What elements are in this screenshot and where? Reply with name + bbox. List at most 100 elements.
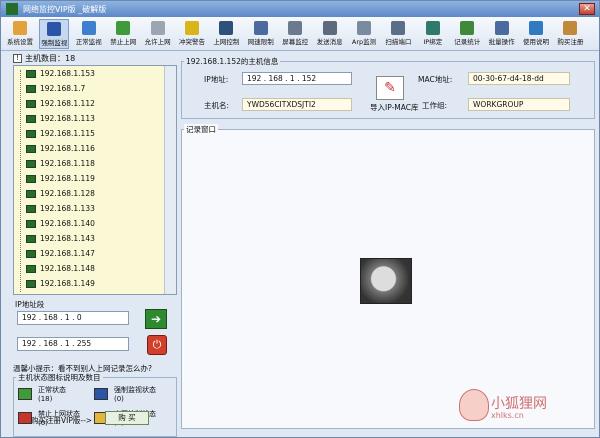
host-ip: 192.168.1.133	[40, 204, 95, 213]
scan-start-button[interactable]: ➔	[145, 309, 167, 329]
host-item[interactable]: 192.168.1.140	[26, 218, 146, 229]
host-ip: 192.168.1.115	[40, 129, 95, 138]
host-item[interactable]: 192.168.1.118	[26, 158, 146, 169]
toolbar-label: 屏幕监控	[282, 38, 309, 46]
legend-item: 强制监视状态 (0)	[114, 386, 156, 404]
toolbar-label: Arp监测	[351, 38, 377, 46]
toolbar-button-16[interactable]: 购买注册	[555, 19, 585, 49]
watermark: 小狐狸网 xhlks.cn	[459, 389, 589, 425]
blocked-state-icon	[18, 412, 32, 424]
ip-value[interactable]: 192 . 168 . 1 . 152	[242, 72, 352, 85]
hostname-value: YWD56CITXDSJTI2	[242, 98, 352, 111]
toolbar-button-11[interactable]: 扫描端口	[383, 19, 413, 49]
host-item[interactable]: 192.168.1.128	[26, 188, 146, 199]
legend-box: 主机状态图标说明及数目 正常状态(18)强制监视状态(0)禁止上网状态(0)上网…	[13, 372, 177, 437]
toolbar-button-4[interactable]: 允许上网	[143, 19, 173, 49]
forced-monitor-icon	[94, 388, 108, 400]
normal-state-icon	[18, 388, 32, 400]
host-item[interactable]: 192.168.1.113	[26, 113, 146, 124]
host-item[interactable]: 192.168.1.149	[26, 278, 146, 289]
tree-scrollbar[interactable]	[164, 66, 176, 294]
toolbar-button-3[interactable]: 禁止上网	[108, 19, 138, 49]
toolbar-button-7[interactable]: 网速限制	[246, 19, 276, 49]
toolbar-label: 使用说明	[523, 38, 549, 46]
host-item[interactable]: 192.168.1.153	[26, 68, 146, 79]
tree-line	[20, 70, 21, 292]
host-ip: 192.168.1.112	[40, 99, 95, 108]
toolbar-label: 系统设置	[7, 38, 33, 46]
import-ipmac-button[interactable]: ✎	[376, 76, 404, 100]
host-count-label: 主机数目：18	[25, 54, 76, 63]
toolbar-button-9[interactable]: 发送消息	[315, 19, 345, 49]
ip-start-input[interactable]: 192 . 168 . 1 . 0	[17, 311, 129, 325]
import-label[interactable]: 导入IP-MAC库	[370, 102, 418, 113]
toolbar-button-6[interactable]: 上网控制	[211, 19, 241, 49]
warning-icon	[185, 21, 199, 35]
host-item[interactable]: 192.168.1.143	[26, 233, 146, 244]
toolbar-label: 批量操作	[488, 38, 515, 46]
collapse-icon[interactable]: !	[13, 54, 22, 63]
app-icon	[6, 3, 18, 15]
host-ip: 192.168.1.7	[40, 84, 86, 93]
ip-end-input[interactable]: 192 . 168 . 1 . 255	[17, 337, 129, 351]
toolbar-button-12[interactable]: IP绑定	[418, 19, 448, 49]
toolbar-label: 上网控制	[213, 38, 240, 46]
host-ip: 192.168.1.113	[40, 114, 95, 123]
host-normal-icon	[26, 160, 36, 168]
batch-icon	[494, 21, 509, 35]
host-item[interactable]: 192.168.1.116	[26, 143, 146, 154]
legend-label: 强制监视状态	[114, 386, 156, 394]
toolbar-button-2[interactable]: 正常监视	[74, 19, 104, 49]
toolbar-button-8[interactable]: 屏幕监控	[280, 19, 310, 49]
toolbar-button-0[interactable]: 系统设置	[5, 19, 35, 49]
toolbar-button-14[interactable]: 批量操作	[487, 19, 517, 49]
toolbar-button-10[interactable]: Arp监测	[349, 19, 379, 49]
scan-stop-button[interactable]: ⏻	[147, 335, 167, 355]
host-ip: 192.168.1.119	[40, 174, 95, 183]
host-normal-icon	[26, 130, 36, 138]
host-item[interactable]: 192.168.1.133	[26, 203, 146, 214]
host-ip: 192.168.1.149	[40, 279, 95, 288]
monitor-normal-icon	[81, 21, 96, 35]
host-item[interactable]: 192.168.1.115	[26, 128, 146, 139]
help-icon	[529, 21, 543, 35]
host-item[interactable]: 192.168.1.119	[26, 173, 146, 184]
toolbar-label: 记录统计	[454, 38, 481, 46]
toolbar-label: 网速限制	[247, 38, 274, 46]
host-ip: 192.168.1.116	[40, 144, 95, 153]
host-item[interactable]: 192.168.1.148	[26, 263, 146, 274]
host-item[interactable]: 192.168.1.7	[26, 83, 146, 94]
mac-label: MAC地址:	[418, 75, 453, 84]
host-normal-icon	[26, 145, 36, 153]
host-item[interactable]: 192.168.1.147	[26, 248, 146, 259]
watermark-text: 小狐狸网	[491, 396, 547, 412]
mac-value: 00-30-67-d4-18-dd	[468, 72, 570, 85]
legend-count: (0)	[114, 395, 124, 403]
toolbar-button-15[interactable]: 使用说明	[521, 19, 551, 49]
host-normal-icon	[26, 220, 36, 228]
toolbar-button-1[interactable]: 强制监视	[39, 19, 70, 49]
host-tree[interactable]: 192.168.1.153 192.168.1.7 192.168.1.112 192…	[13, 65, 177, 295]
left-panel: ! 主机数目：18 192.168.1.153 192.168.1.7 192.168…	[13, 53, 177, 437]
toolbar-label: 允许上网	[144, 38, 171, 46]
close-button[interactable]: ✕	[579, 3, 595, 15]
toolbar-label: IP绑定	[423, 38, 443, 46]
fox-logo-icon	[459, 389, 489, 421]
legend-count: (18)	[38, 395, 53, 403]
screen-monitor-icon	[288, 21, 303, 35]
toolbar-label: 扫描端口	[385, 38, 412, 46]
buy-button[interactable]: 购 买	[105, 411, 149, 425]
toolbar-button-5[interactable]: 冲突警告	[177, 19, 207, 49]
ip-range-title: IP地址段	[15, 300, 45, 309]
host-ip: 192.168.1.128	[40, 189, 95, 198]
toolbar-button-13[interactable]: 记录统计	[452, 19, 482, 49]
host-ip: 192.168.1.118	[40, 159, 95, 168]
host-item[interactable]: 192.168.1.112	[26, 98, 146, 109]
log-title: 记录窗口	[184, 124, 218, 135]
settings-icon	[13, 21, 27, 35]
speed-limit-icon	[253, 21, 268, 35]
title-bar[interactable]: 网络监控VIP版 _破解版 ✕	[1, 1, 599, 17]
log-window[interactable]: 记录窗口	[181, 124, 595, 429]
host-tree-header: ! 主机数目：18	[13, 53, 177, 65]
message-icon	[322, 21, 337, 35]
